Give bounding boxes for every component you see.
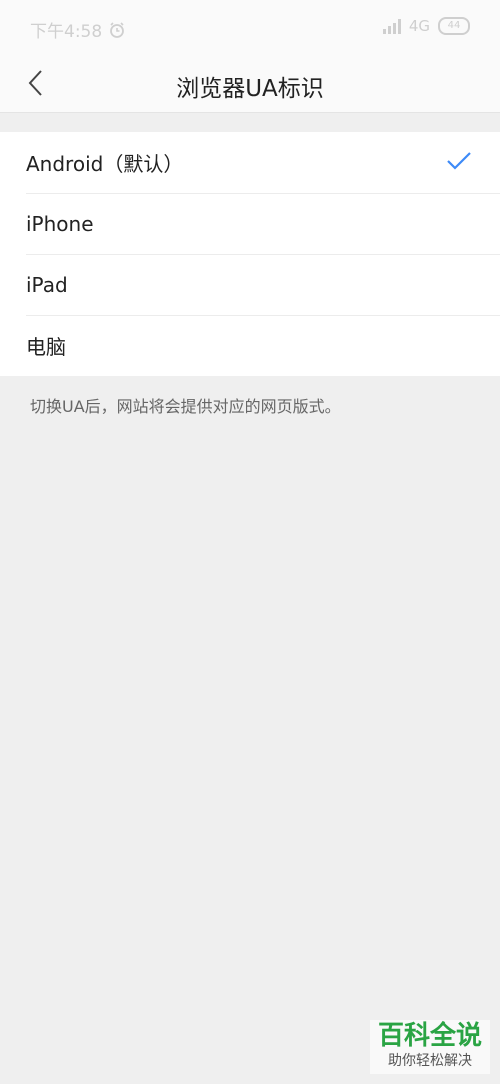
network-type: 4G	[408, 17, 430, 35]
watermark-logo: 百科全说 助你轻松解决	[370, 1020, 490, 1074]
alarm-icon	[110, 21, 125, 38]
battery-level: 44	[447, 20, 461, 31]
option-label: iPad	[26, 272, 68, 297]
option-ipad[interactable]: iPad	[0, 254, 500, 315]
status-bar: 下午4:58 4G 44	[0, 0, 500, 56]
checkmark-icon	[447, 152, 471, 170]
status-right: 4G 44	[382, 17, 470, 35]
page-title: 浏览器UA标识	[176, 76, 324, 102]
app-header: 浏览器UA标识	[0, 56, 500, 113]
signal-icon	[382, 18, 401, 34]
watermark-subtitle: 助你轻松解决	[388, 1053, 472, 1069]
option-iphone[interactable]: iPhone	[0, 193, 500, 254]
status-left: 下午4:58	[30, 17, 126, 42]
option-computer[interactable]: 电脑	[0, 315, 500, 376]
ua-note: 切换UA后，网站将会提供对应的网页版式。	[30, 397, 341, 416]
battery-icon: 44	[438, 17, 470, 35]
option-label: Android（默认）	[26, 152, 184, 176]
watermark-title: 百科全说	[377, 1021, 482, 1051]
option-android[interactable]: Android（默认）	[0, 132, 500, 193]
option-label: iPhone	[26, 211, 94, 236]
status-time: 下午4:58	[30, 22, 103, 42]
option-label: 电脑	[26, 335, 66, 359]
ua-option-list: Android（默认） iPhone iPad 电脑	[0, 132, 500, 376]
